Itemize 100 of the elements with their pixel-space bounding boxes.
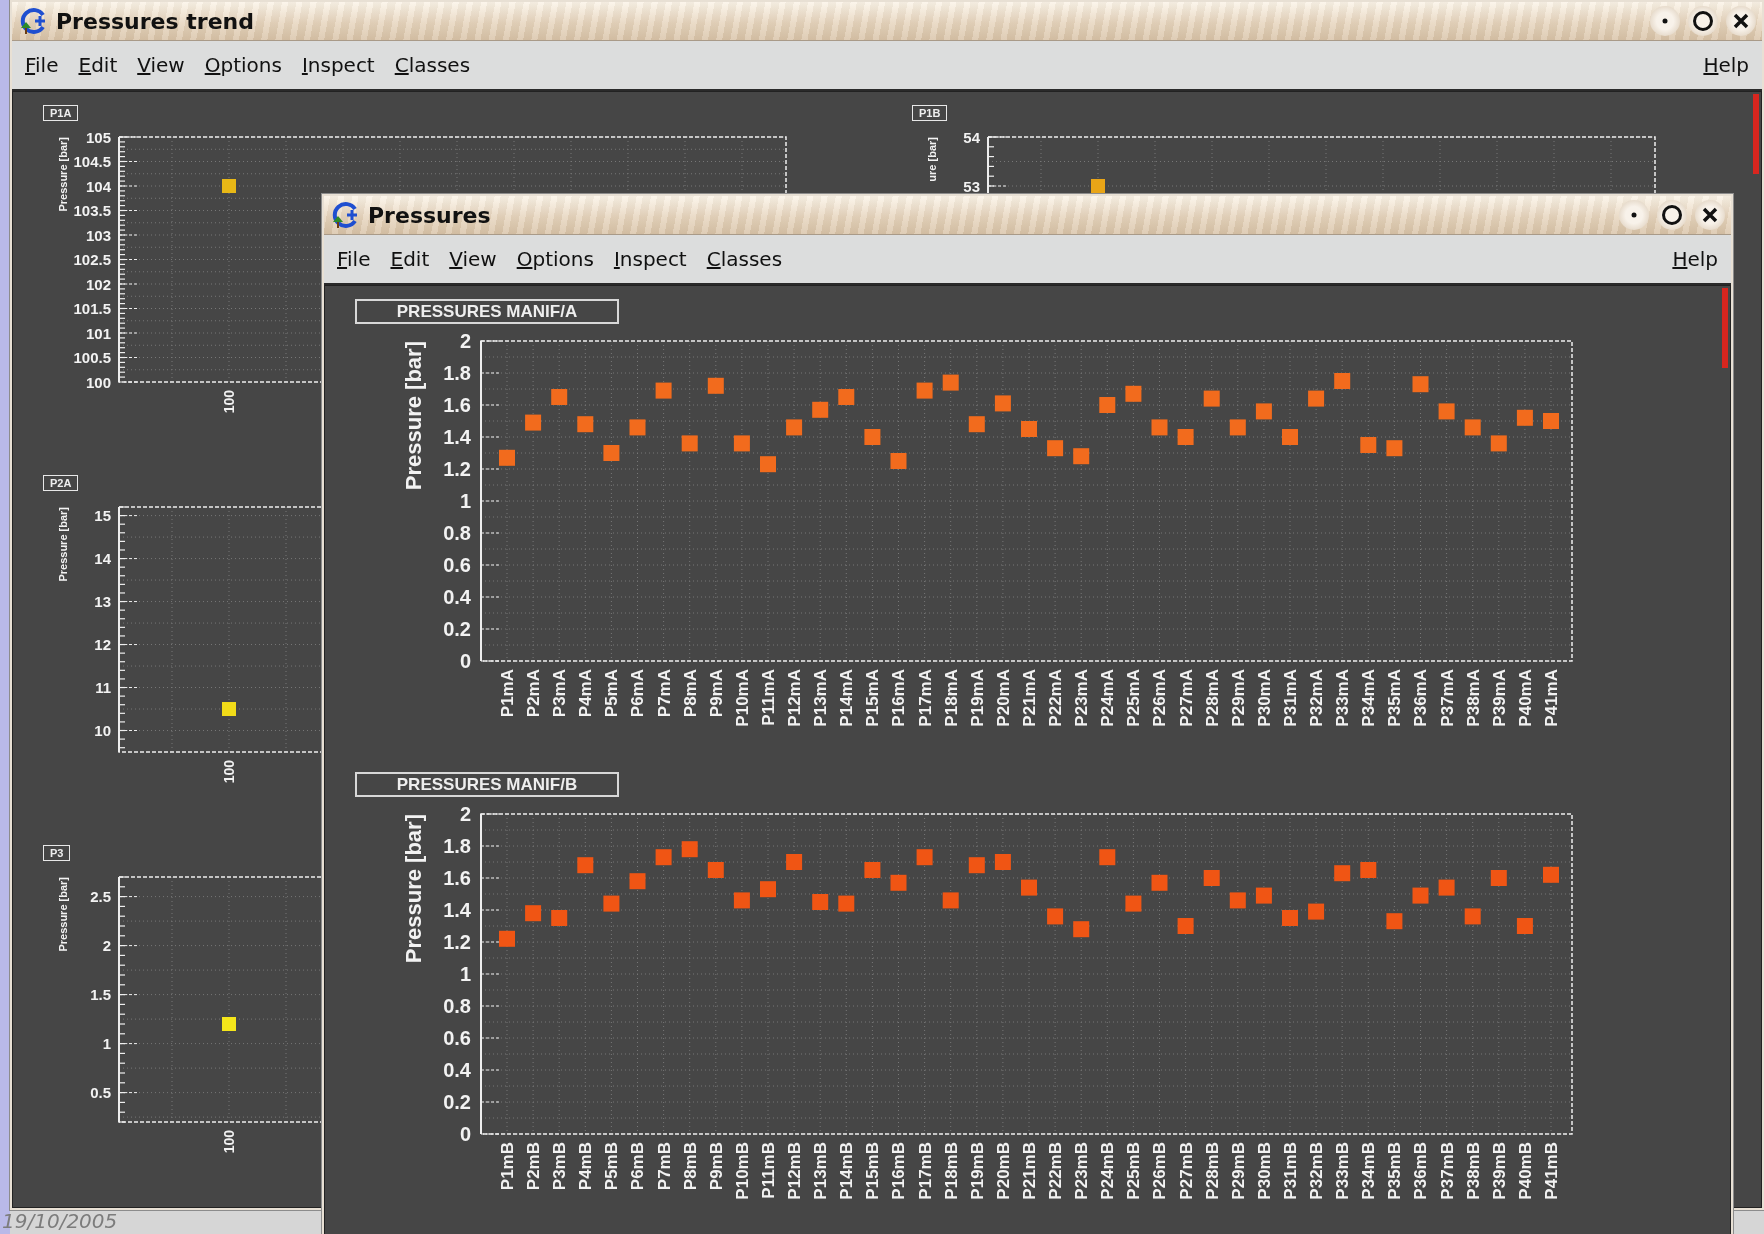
category-label: P12mA: [785, 669, 805, 727]
tick-label: 103: [85, 226, 111, 244]
category-label: P29mA: [1228, 669, 1248, 727]
axis-label: Pressure [bar]: [401, 814, 426, 964]
category-label: P10mA: [732, 669, 752, 727]
tick-label: 0.2: [443, 1091, 471, 1113]
category-label: P17mB: [915, 1142, 935, 1200]
category-label: P40mB: [1515, 1142, 1535, 1200]
category-label: P41mA: [1541, 669, 1561, 727]
tick-label: 15: [94, 507, 111, 525]
tick-label: 104.5: [73, 153, 111, 170]
maximize-button[interactable]: [1688, 6, 1718, 36]
category-label: P17mA: [915, 669, 935, 727]
category-label: P40mA: [1515, 669, 1535, 727]
close-button[interactable]: [1695, 200, 1725, 230]
dot-icon: [1631, 212, 1637, 218]
close-button[interactable]: [1726, 6, 1756, 36]
category-label: P25mA: [1124, 669, 1144, 727]
category-label: P13mB: [811, 1142, 831, 1200]
help-menu-item[interactable]: Help: [1694, 49, 1758, 81]
category-label: P8mA: [680, 669, 700, 718]
tick-label: 1.5: [90, 986, 111, 1004]
category-label: P26mA: [1150, 669, 1170, 727]
category-label: P22mB: [1046, 1142, 1066, 1200]
category-label: P14mB: [837, 1142, 857, 1200]
category-label: P21mA: [1019, 669, 1039, 727]
category-label: P5mB: [602, 1142, 622, 1191]
category-label: P23mA: [1072, 669, 1092, 727]
category-label: P14mA: [837, 669, 857, 727]
menu-item[interactable]: View: [440, 243, 506, 275]
tick-label: 0.5: [90, 1084, 111, 1102]
window-title: Pressures: [368, 202, 492, 228]
tick-label: 10: [94, 722, 111, 739]
category-label: P19mB: [967, 1142, 987, 1200]
category-label: P38mA: [1463, 669, 1483, 727]
circle-icon: [1661, 204, 1683, 226]
date-text: 19/10/2005: [2, 1210, 118, 1232]
menu-item[interactable]: Options: [507, 243, 603, 275]
category-label: P30mB: [1254, 1142, 1274, 1200]
menu-item[interactable]: Inspect: [604, 243, 696, 275]
category-label: P6mA: [628, 669, 648, 718]
tick-label: 0.6: [443, 1027, 471, 1049]
tick-label: 1.6: [443, 394, 471, 416]
category-label: P3mB: [550, 1142, 570, 1191]
category-label: P24mB: [1098, 1142, 1118, 1200]
tick-label: 1: [102, 1035, 111, 1053]
tick-label: 1.6: [443, 867, 471, 889]
menu-item[interactable]: View: [128, 49, 194, 81]
category-label: P36mB: [1411, 1142, 1431, 1200]
category-label: P5mA: [602, 669, 622, 718]
menu-item[interactable]: Inspect: [292, 49, 384, 81]
tick-label: 0: [459, 650, 471, 672]
axis-label: Pressure [bar]: [57, 137, 69, 212]
category-label: P7mA: [654, 669, 674, 718]
menu-item[interactable]: Classes: [697, 243, 792, 275]
category-label: P32mA: [1307, 669, 1327, 727]
tick-label: 2: [102, 937, 111, 955]
dot-icon: [1662, 18, 1668, 24]
tick-label: 1.8: [443, 362, 471, 384]
axis-label: Pressure [bar]: [57, 877, 69, 952]
category-label: P20mA: [993, 669, 1013, 727]
tick-label: 0.8: [443, 995, 471, 1017]
category-label: P9mA: [706, 669, 726, 718]
category-label: P24mA: [1098, 669, 1118, 727]
tick-label: 0.2: [443, 618, 471, 640]
tick-label: 13: [94, 593, 111, 611]
axis-label: ure [bar]: [926, 137, 938, 182]
category-label: P27mA: [1176, 669, 1196, 727]
maximize-button[interactable]: [1657, 200, 1687, 230]
category-label: P27mB: [1176, 1142, 1196, 1200]
tick-label: 1.2: [443, 931, 471, 953]
minimize-button[interactable]: [1619, 200, 1649, 230]
category-label: P15mA: [863, 669, 883, 727]
axis-label: Pressure [bar]: [401, 341, 426, 491]
category-label: 100: [220, 1130, 237, 1154]
menu-item[interactable]: Options: [195, 49, 291, 81]
chart-title: P2A: [43, 475, 79, 491]
category-label: P3mA: [550, 669, 570, 718]
minimize-button[interactable]: [1650, 6, 1680, 36]
category-label: P37mA: [1437, 669, 1457, 727]
category-label: P10mB: [732, 1142, 752, 1200]
menu-item[interactable]: File: [328, 243, 380, 275]
tick-label: 1.4: [443, 899, 471, 921]
menu-item[interactable]: Edit: [381, 243, 439, 275]
category-label: P41mB: [1541, 1142, 1561, 1200]
chart-title: P3: [43, 845, 71, 861]
tick-label: 1.8: [443, 835, 471, 857]
menu-item[interactable]: Edit: [69, 49, 127, 81]
close-icon: [1701, 206, 1719, 224]
menu-item[interactable]: File: [16, 49, 68, 81]
category-label: 100: [220, 390, 237, 414]
category-label: P11mB: [758, 1142, 778, 1199]
help-menu-item[interactable]: Help: [1663, 243, 1727, 275]
category-label: P11mA: [758, 669, 778, 726]
tick-label: 2.5: [90, 888, 111, 906]
menu-item[interactable]: Classes: [385, 49, 480, 81]
category-label: P6mB: [628, 1142, 648, 1191]
category-label: P20mB: [993, 1142, 1013, 1200]
tick-label: 103.5: [73, 202, 111, 219]
tick-label: 53: [963, 177, 980, 195]
